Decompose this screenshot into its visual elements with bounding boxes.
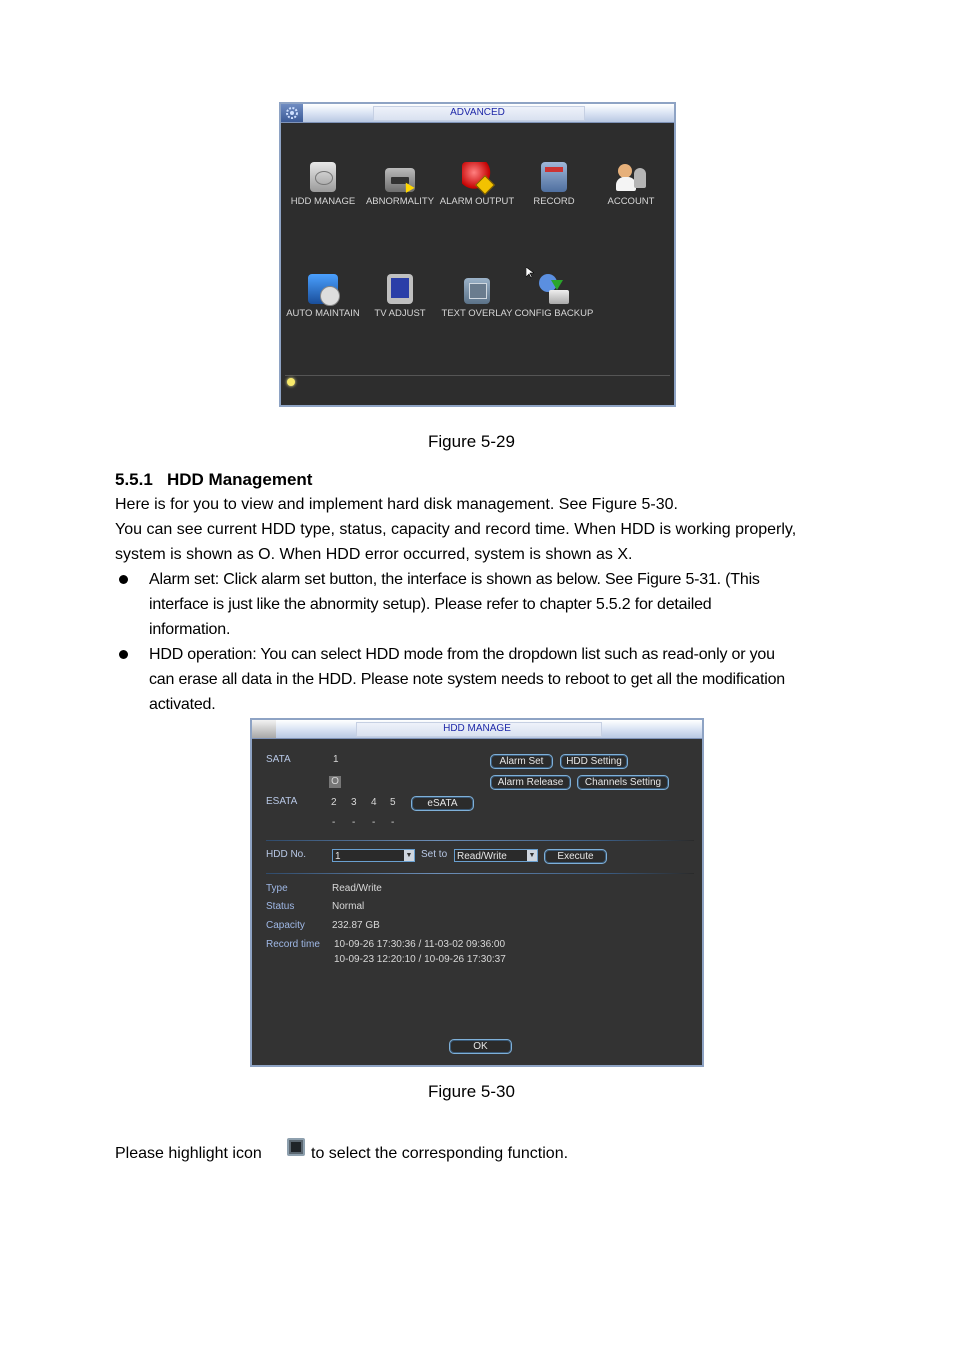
- esata-status-3: -: [352, 817, 356, 828]
- capacity-value: 232.87 GB: [332, 920, 380, 931]
- hdd-no-label: HDD No.: [266, 849, 307, 860]
- sata-label: SATA: [266, 754, 291, 765]
- esata-number-4: 4: [371, 797, 377, 808]
- set-to-value: Read/Write: [457, 851, 507, 862]
- window-title: HDD MANAGE: [443, 723, 511, 734]
- bullet-2-line-3: activated.: [149, 696, 216, 713]
- bullet-2-line-2: can erase all data in the HDD. Please no…: [149, 671, 785, 688]
- bullet-dot: [119, 650, 128, 659]
- record-time-value-1: 10-09-26 17:30:36 / 11-03-02 09:36:00: [334, 939, 506, 950]
- esata-status-5: -: [391, 817, 395, 828]
- bullet-1-line-2: interface is just like the abnormity set…: [149, 596, 712, 613]
- clock-cube-icon: [308, 274, 340, 306]
- error-window-icon: [385, 168, 415, 193]
- set-to-select[interactable]: Read/Write ▼: [454, 849, 538, 862]
- paragraph-2-line-1: You can see current HDD type, status, ca…: [115, 521, 797, 538]
- mouse-cursor-icon: [525, 266, 535, 284]
- window-title: ADVANCED: [450, 107, 505, 118]
- type-value: Read/Write: [332, 883, 382, 894]
- tv-icon: [387, 274, 413, 304]
- record-time-value-2: 10-09-23 12:20:10 / 10-09-26 17:30:37: [334, 954, 506, 965]
- advanced-titlebar: ADVANCED: [281, 104, 674, 123]
- sata-number-1: 1: [333, 754, 339, 765]
- record-time-label: Record time: [266, 939, 320, 950]
- bullet-dot: [119, 575, 128, 584]
- menu-text-overlay[interactable]: TEXT OVERLAY: [437, 274, 517, 319]
- separator: [266, 840, 694, 841]
- esata-number-3: 3: [351, 797, 357, 808]
- hdd-no-value: 1: [335, 851, 341, 862]
- alarm-light-icon: [462, 162, 495, 195]
- hdd-manage-titlebar: HDD MANAGE: [252, 720, 702, 739]
- gear-download-icon: [539, 274, 569, 304]
- alarm-release-button[interactable]: Alarm Release: [490, 775, 571, 790]
- status-separator: [285, 375, 670, 376]
- menu-tv-adjust[interactable]: TV ADJUST: [360, 274, 440, 319]
- hdd-manage-window: HDD MANAGE SATA 1 O ESATA 2 3 4 5 - - - …: [250, 718, 704, 1067]
- channels-setting-button[interactable]: Channels Setting: [577, 775, 669, 790]
- esata-button[interactable]: eSATA: [411, 796, 474, 811]
- user-lock-icon: [616, 162, 646, 192]
- hdd-setting-button[interactable]: HDD Setting: [560, 754, 628, 769]
- menu-auto-maintain[interactable]: AUTO MAINTAIN: [283, 274, 363, 319]
- paragraph-2-line-2: system is shown as O. When HDD error occ…: [115, 546, 633, 563]
- advanced-window: ADVANCED HDD MANAGE ABNORMALITY ALARM OU…: [279, 102, 676, 407]
- status-value: Normal: [332, 901, 365, 912]
- esata-status-2: -: [332, 817, 336, 828]
- esata-number-2: 2: [331, 797, 337, 808]
- highlight-square-icon: [287, 1138, 305, 1156]
- chevron-down-icon[interactable]: ▼: [404, 850, 414, 861]
- menu-account[interactable]: ACCOUNT: [591, 162, 671, 207]
- menu-record[interactable]: RECORD: [514, 162, 594, 207]
- atm-icon: [464, 278, 490, 304]
- chevron-down-icon[interactable]: ▼: [527, 850, 537, 861]
- footer-text-before: Please highlight icon: [115, 1145, 262, 1162]
- bullet-1-line-1: Alarm set: Click alarm set button, the i…: [149, 571, 760, 588]
- record-panel-icon: [541, 162, 567, 192]
- capacity-label: Capacity: [266, 920, 305, 931]
- separator: [266, 873, 694, 874]
- figure-caption-5-30: Figure 5-30: [428, 1082, 515, 1101]
- esata-label: ESATA: [266, 796, 298, 807]
- set-to-label: Set to: [421, 849, 448, 860]
- tip-bulb-icon: [287, 378, 295, 386]
- status-label: Status: [266, 901, 295, 912]
- execute-button[interactable]: Execute: [544, 849, 607, 864]
- bullet-2-line-1: HDD operation: You can select HDD mode f…: [149, 646, 775, 663]
- hdd-icon: [310, 162, 336, 192]
- alarm-set-button[interactable]: Alarm Set: [490, 754, 553, 769]
- figure-caption-5-29: Figure 5-29: [428, 432, 515, 451]
- menu-abnormality[interactable]: ABNORMALITY: [360, 162, 440, 207]
- footer-text-after: to select the corresponding function.: [311, 1145, 569, 1162]
- bullet-1-line-3: information.: [149, 621, 231, 638]
- hdd-no-select[interactable]: 1 ▼: [332, 849, 415, 862]
- section-heading: 5.5.1 HDD Management: [115, 470, 313, 489]
- type-label: Type: [266, 883, 288, 894]
- paragraph-1: Here is for you to view and implement ha…: [115, 496, 678, 513]
- esata-status-4: -: [372, 817, 376, 828]
- menu-hdd-manage[interactable]: HDD MANAGE: [283, 162, 363, 207]
- sata-status-1[interactable]: O: [329, 776, 341, 788]
- menu-alarm-output[interactable]: ALARM OUTPUT: [437, 162, 517, 207]
- esata-number-5: 5: [390, 797, 396, 808]
- ok-button[interactable]: OK: [449, 1039, 512, 1054]
